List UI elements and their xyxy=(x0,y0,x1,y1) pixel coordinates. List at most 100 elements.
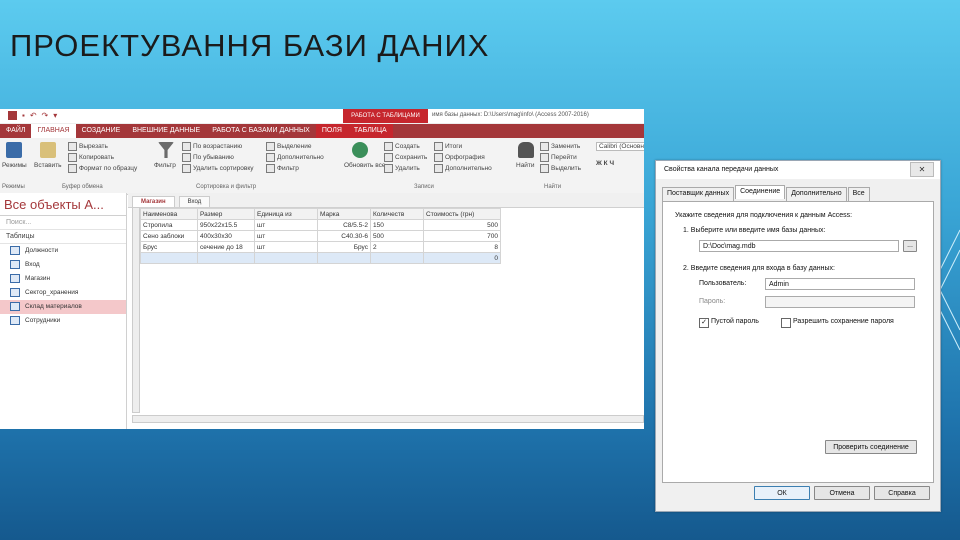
format-painter-button[interactable]: Формат по образцу xyxy=(68,164,137,173)
tab-external-data[interactable]: ВНЕШНИЕ ДАННЫЕ xyxy=(126,124,206,138)
save-icon[interactable]: ▪ xyxy=(22,111,25,120)
table-cell[interactable]: шт xyxy=(254,230,318,242)
refresh-all-button[interactable]: Обновить все xyxy=(344,162,385,169)
new-record-button[interactable]: Создать xyxy=(384,142,420,151)
table-cell[interactable]: сечение до 18 xyxy=(197,241,255,253)
more-records-button[interactable]: Дополнительно xyxy=(434,164,492,173)
column-header[interactable]: Количеств xyxy=(370,208,424,220)
table-cell[interactable]: Стропила xyxy=(140,219,198,231)
tab-all[interactable]: Все xyxy=(847,187,870,201)
remove-sort-button[interactable]: Удалить сортировку xyxy=(182,164,254,173)
table-cell[interactable]: 2 xyxy=(370,241,424,253)
column-header[interactable]: Наименова xyxy=(140,208,198,220)
table-cell[interactable] xyxy=(254,252,318,264)
table-cell[interactable]: С40.30-6 xyxy=(317,230,371,242)
table-cell[interactable]: 950x22x15.5 xyxy=(197,219,255,231)
redo-icon[interactable]: ↷ xyxy=(42,111,49,120)
totals-button[interactable]: Итоги xyxy=(434,142,462,151)
user-input[interactable]: Admin xyxy=(765,278,915,290)
tab-create[interactable]: СОЗДАНИЕ xyxy=(76,124,127,138)
goto-button[interactable]: Перейти xyxy=(540,153,577,162)
tab-home[interactable]: ГЛАВНАЯ xyxy=(31,124,76,138)
table-cell[interactable]: Брус xyxy=(140,241,198,253)
paste-icon[interactable] xyxy=(40,142,56,158)
horizontal-scrollbar[interactable] xyxy=(132,415,644,423)
nav-item-2[interactable]: Магазин xyxy=(0,272,126,286)
nav-section-tables[interactable]: Таблицы xyxy=(0,230,126,244)
advanced-button[interactable]: Дополнительно xyxy=(266,153,324,162)
nav-item-3[interactable]: Сектор_хранения xyxy=(0,286,126,300)
table-cell[interactable] xyxy=(140,252,198,264)
tab-file[interactable]: ФАЙЛ xyxy=(0,124,32,138)
select-button[interactable]: Выделить xyxy=(540,164,581,173)
customize-icon[interactable]: ▾ xyxy=(53,111,57,120)
table-cell[interactable] xyxy=(197,252,255,264)
views-icon[interactable] xyxy=(6,142,22,158)
spelling-button[interactable]: Орфография xyxy=(434,153,485,162)
test-connection-button[interactable]: Проверить соединение xyxy=(825,440,917,454)
nav-item-1[interactable]: Вход xyxy=(0,258,126,272)
database-path-input[interactable]: D:\Doc\mag.mdb xyxy=(699,240,899,252)
table-cell[interactable]: 500 xyxy=(423,219,501,231)
replace-button[interactable]: Заменить xyxy=(540,142,580,151)
help-button[interactable]: Справка xyxy=(874,486,930,500)
sort-desc-button[interactable]: По убыванию xyxy=(182,153,234,162)
cancel-button[interactable]: Отмена xyxy=(814,486,870,500)
nav-item-5[interactable]: Сотрудники xyxy=(0,314,126,328)
tab-database-tools[interactable]: РАБОТА С БАЗАМИ ДАННЫХ xyxy=(206,124,316,138)
sort-asc-button[interactable]: По возрастанию xyxy=(182,142,242,151)
refresh-icon[interactable] xyxy=(352,142,368,158)
table-cell[interactable]: Брус xyxy=(317,241,371,253)
browse-button[interactable]: ... xyxy=(903,240,917,252)
table-row[interactable]: Стропила 950x22x15.5 шт С8/5.5-2 150 500 xyxy=(140,219,501,231)
paste-button[interactable]: Вставить xyxy=(34,162,62,169)
table-cell[interactable] xyxy=(317,252,371,264)
vertical-scrollbar[interactable] xyxy=(132,207,140,413)
password-input[interactable] xyxy=(765,296,915,308)
table-row[interactable]: Брус сечение до 18 шт Брус 2 8 xyxy=(140,241,501,253)
tab-advanced[interactable]: Дополнительно xyxy=(786,187,847,201)
nav-title[interactable]: Все объекты A... xyxy=(4,197,104,212)
table-cell[interactable]: 0 xyxy=(423,252,501,264)
selection-button[interactable]: Выделение xyxy=(266,142,311,151)
column-header[interactable]: Единица из xyxy=(254,208,318,220)
nav-item-4[interactable]: Склад материалов xyxy=(0,300,126,314)
ok-button[interactable]: ОК xyxy=(754,486,810,500)
tab-provider[interactable]: Поставщик данных xyxy=(662,187,735,201)
nav-item-0[interactable]: Должности xyxy=(0,244,126,258)
font-style-buttons[interactable]: Ж К Ч xyxy=(596,160,614,167)
table-cell[interactable] xyxy=(370,252,424,264)
font-selector[interactable]: Calibri (Основной xyxy=(596,142,644,151)
column-header[interactable]: Размер xyxy=(197,208,255,220)
doc-tab-entry[interactable]: Вход xyxy=(178,196,211,207)
doc-tab-shop[interactable]: Магазин xyxy=(132,196,175,207)
binoculars-icon[interactable] xyxy=(518,142,534,158)
allow-save-password-checkbox[interactable] xyxy=(781,318,791,328)
tab-fields[interactable]: ПОЛЯ xyxy=(315,124,348,138)
undo-icon[interactable]: ↶ xyxy=(30,111,37,120)
new-record-row[interactable]: 0 xyxy=(140,252,501,264)
close-button[interactable]: ✕ xyxy=(910,162,934,177)
table-cell[interactable]: 150 xyxy=(370,219,424,231)
tab-connection[interactable]: Соединение xyxy=(735,185,786,199)
views-button[interactable]: Режимы xyxy=(2,162,27,169)
blank-password-checkbox[interactable]: ✓ xyxy=(699,318,709,328)
find-button[interactable]: Найти xyxy=(516,162,535,169)
copy-button[interactable]: Копировать xyxy=(68,153,114,162)
tab-table[interactable]: ТАБЛИЦА xyxy=(347,124,393,138)
column-header[interactable]: Стоимость (грн) xyxy=(423,208,501,220)
table-cell[interactable]: С8/5.5-2 xyxy=(317,219,371,231)
cut-button[interactable]: Вырезать xyxy=(68,142,108,151)
nav-search[interactable]: Поиск... xyxy=(0,216,126,230)
filter-button[interactable]: Фильтр xyxy=(154,162,176,169)
toggle-filter-button[interactable]: Фильтр xyxy=(266,164,299,173)
table-cell[interactable]: 400x30x30 xyxy=(197,230,255,242)
table-cell[interactable]: шт xyxy=(254,219,318,231)
table-row[interactable]: Сено заблоки 400x30x30 шт С40.30-6 500 7… xyxy=(140,230,501,242)
table-cell[interactable]: 500 xyxy=(370,230,424,242)
nav-header[interactable]: Все объекты A... xyxy=(0,193,126,216)
filter-icon[interactable] xyxy=(158,142,174,158)
table-cell[interactable]: Сено заблоки xyxy=(140,230,198,242)
column-header[interactable]: Марка xyxy=(317,208,371,220)
delete-record-button[interactable]: Удалить xyxy=(384,164,420,173)
